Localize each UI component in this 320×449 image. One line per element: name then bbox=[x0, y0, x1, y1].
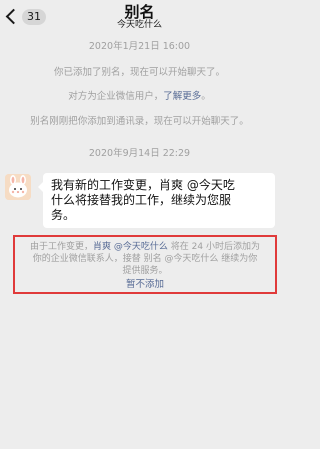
notice-text: 由于工作变更， bbox=[30, 242, 94, 252]
message-text-line: 什么将接替我的工作，继续为您服 bbox=[51, 193, 232, 207]
contact-avatar[interactable] bbox=[5, 174, 31, 200]
message-text-line: 我有新的工作变更，肖爽 @今天吃 bbox=[51, 178, 235, 192]
chat-subtitle: 今天吃什么 bbox=[116, 20, 162, 30]
notice-line-3: 提供服务。 bbox=[122, 266, 168, 276]
wecom-notice-text: 对方为企业微信用户， bbox=[68, 91, 164, 102]
transfer-notice: 由于工作变更，肖爽 @今天吃什么 将在 24 小时后添加为 你的企业微信联系人，… bbox=[13, 235, 277, 294]
bunny-avatar-icon bbox=[5, 174, 31, 200]
system-message-added-alias: 你已添加了别名，现在可以开始聊天了。 bbox=[53, 67, 225, 78]
chat-title: 别名 bbox=[124, 3, 155, 21]
notice-line-1: 由于工作变更，肖爽 @今天吃什么 将在 24 小时后添加为 bbox=[15, 242, 275, 253]
new-contact-link[interactable]: 肖爽 @今天吃什么 bbox=[93, 242, 168, 252]
system-message-added-to-contacts: 别名刚刚把你添加到通讯录，现在可以开始聊天了。 bbox=[30, 116, 249, 127]
timestamp: 2020年1月21日 16:00 bbox=[88, 41, 191, 52]
notice-line-2: 你的企业微信联系人，接替 别名 @今天吃什么 继续为你 bbox=[32, 254, 258, 264]
chat-header: 31 别名 今天吃什么 bbox=[0, 0, 279, 34]
decline-add-button[interactable]: 暂不添加 bbox=[15, 279, 275, 291]
chat-screen: 31 别名 今天吃什么 2020年1月21日 16:00 你已添加了别名，现在可… bbox=[0, 0, 279, 449]
wecom-notice-end: 。 bbox=[201, 91, 211, 102]
message-bubble[interactable]: 我有新的工作变更，肖爽 @今天吃 什么将接替我的工作，继续为您服 务。 bbox=[38, 173, 275, 228]
learn-more-link[interactable]: 了解更多 bbox=[163, 91, 201, 102]
message-text-line: 务。 bbox=[51, 208, 76, 222]
notice-text: 将在 24 小时后添加为 bbox=[167, 242, 260, 252]
system-message-wecom: 对方为企业微信用户，了解更多。 bbox=[0, 91, 279, 103]
timestamp: 2020年9月14日 22:29 bbox=[88, 148, 191, 159]
